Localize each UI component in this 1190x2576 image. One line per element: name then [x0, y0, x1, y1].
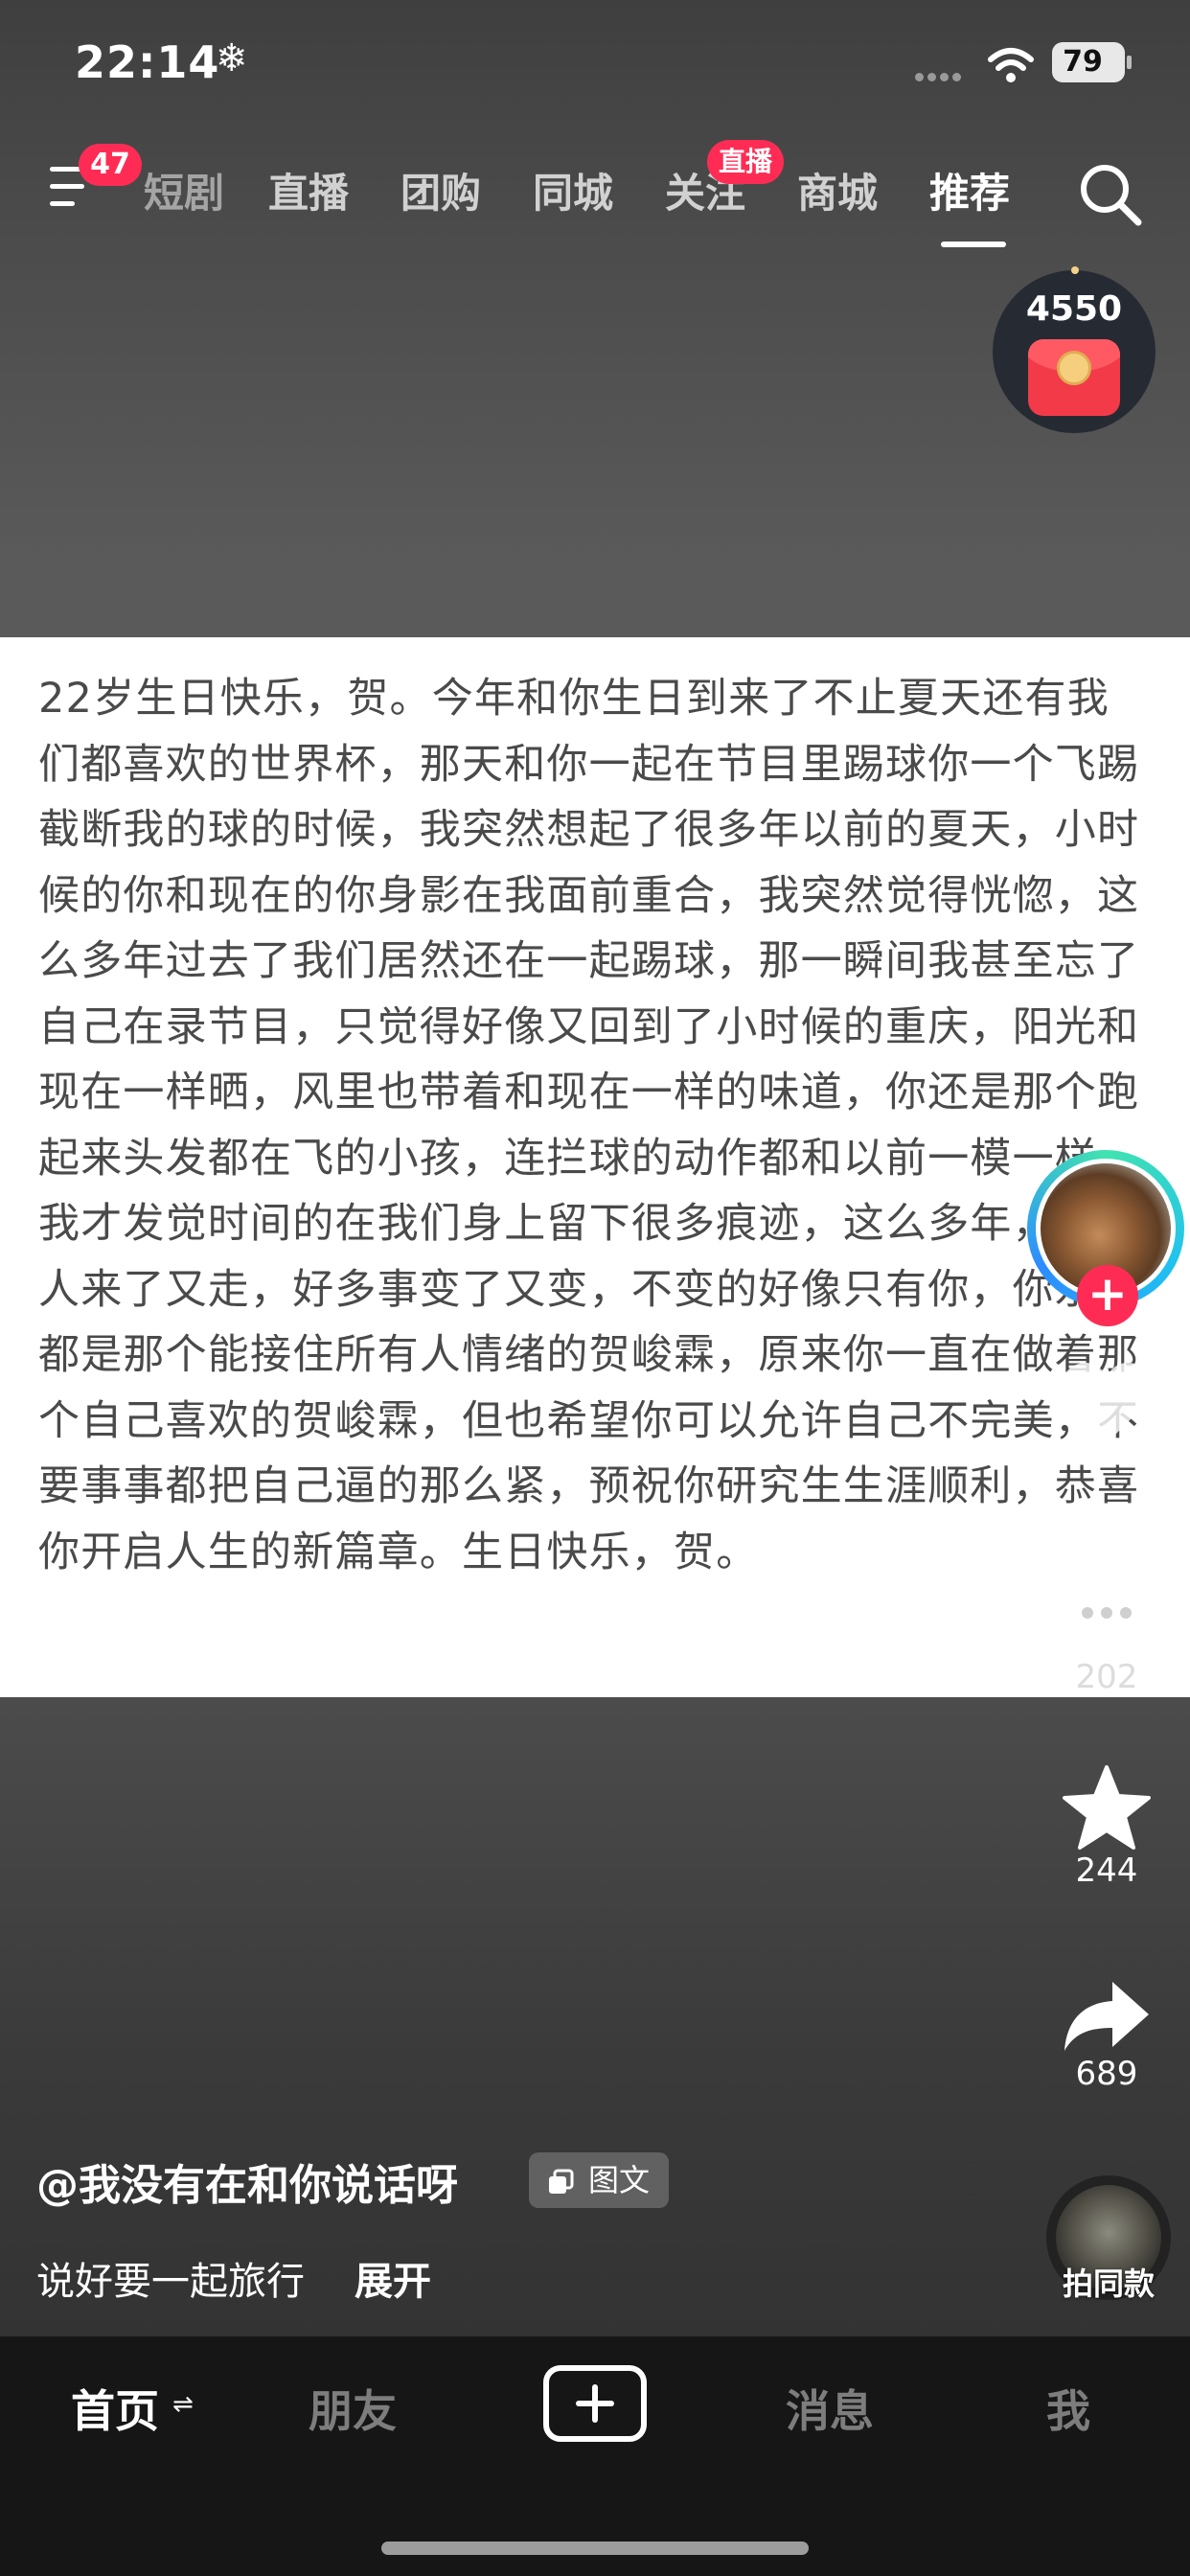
battery-indicator: 79: [1052, 42, 1132, 82]
tab-live[interactable]: 直播: [268, 161, 349, 219]
tab-nearby[interactable]: 同城: [533, 161, 613, 219]
expand-link[interactable]: 展开: [355, 2250, 431, 2306]
top-nav: 47 短剧 直播 团购 同城 关注 直播 商城 推荐: [0, 140, 1190, 259]
menu-badge: 47: [79, 144, 142, 186]
same-style-label[interactable]: 拍同款: [1037, 2260, 1180, 2304]
home-indicator: [381, 2542, 809, 2555]
nav-messages[interactable]: 消息: [786, 2377, 874, 2440]
share-count: 689: [1075, 2055, 1138, 2093]
nav-me[interactable]: 我: [1046, 2377, 1090, 2440]
author-name[interactable]: @我没有在和你说话呀: [36, 2150, 458, 2212]
video-feed-screen: 22:14 ❄ 79 47 短剧 直播 团购 同城 关注 直播 商城 推荐 45…: [0, 0, 1190, 2576]
bottom-nav: 首页 ⇌ 朋友 消息 我: [0, 2336, 1190, 2576]
post-type-badge: 图文: [529, 2152, 670, 2208]
like-action[interactable]: [1035, 1359, 1179, 1447]
comment-count: 202: [1075, 1658, 1138, 1696]
share-icon: [1064, 1982, 1149, 2051]
add-icon[interactable]: [543, 2365, 647, 2442]
nav-friends[interactable]: 朋友: [309, 2377, 397, 2440]
comment-icon: [1064, 1577, 1149, 1656]
red-packet-amount: 4550: [1025, 289, 1123, 329]
tab-short-drama[interactable]: 短剧: [144, 161, 224, 219]
active-tab-indicator: [941, 242, 1006, 247]
favorite-action[interactable]: 244: [1035, 1763, 1179, 1890]
battery-level: 79: [1063, 45, 1103, 79]
tab-recommend[interactable]: 推荐: [929, 161, 1010, 219]
post-text-card: 22岁生日快乐，贺。今年和你生日到来了不止夏天还有我们都喜欢的世界杯，那天和你一…: [0, 637, 1190, 1697]
post-type-label: 图文: [588, 2162, 651, 2198]
nav-home[interactable]: 首页: [71, 2377, 159, 2440]
red-envelope-icon: [1028, 339, 1120, 416]
image-text-icon: [549, 2169, 574, 2194]
tab-group-buy[interactable]: 团购: [400, 161, 481, 219]
signal-icon: [915, 67, 971, 81]
wifi-icon: [988, 48, 1034, 82]
live-badge: 直播: [707, 140, 785, 184]
share-action[interactable]: 689: [1035, 1978, 1179, 2093]
refresh-icon[interactable]: ⇌: [172, 2390, 194, 2419]
heart-icon: [1061, 1363, 1153, 1443]
favorite-count: 244: [1075, 1852, 1138, 1890]
star-icon: [1063, 1765, 1151, 1850]
follow-button[interactable]: +: [1077, 1265, 1138, 1326]
red-packet-widget[interactable]: 4550: [993, 266, 1156, 433]
tab-mall[interactable]: 商城: [797, 161, 878, 219]
status-bar: 22:14 ❄ 79: [0, 0, 1190, 125]
snowflake-icon: ❄: [216, 36, 248, 80]
comment-action[interactable]: 202: [1035, 1572, 1179, 1696]
status-time: 22:14: [75, 36, 220, 88]
post-description: 说好要一起旅行: [36, 2260, 305, 2304]
search-icon[interactable]: [1077, 161, 1144, 228]
post-body-text: 22岁生日快乐，贺。今年和你生日到来了不止夏天还有我们都喜欢的世界杯，那天和你一…: [38, 675, 1140, 1576]
